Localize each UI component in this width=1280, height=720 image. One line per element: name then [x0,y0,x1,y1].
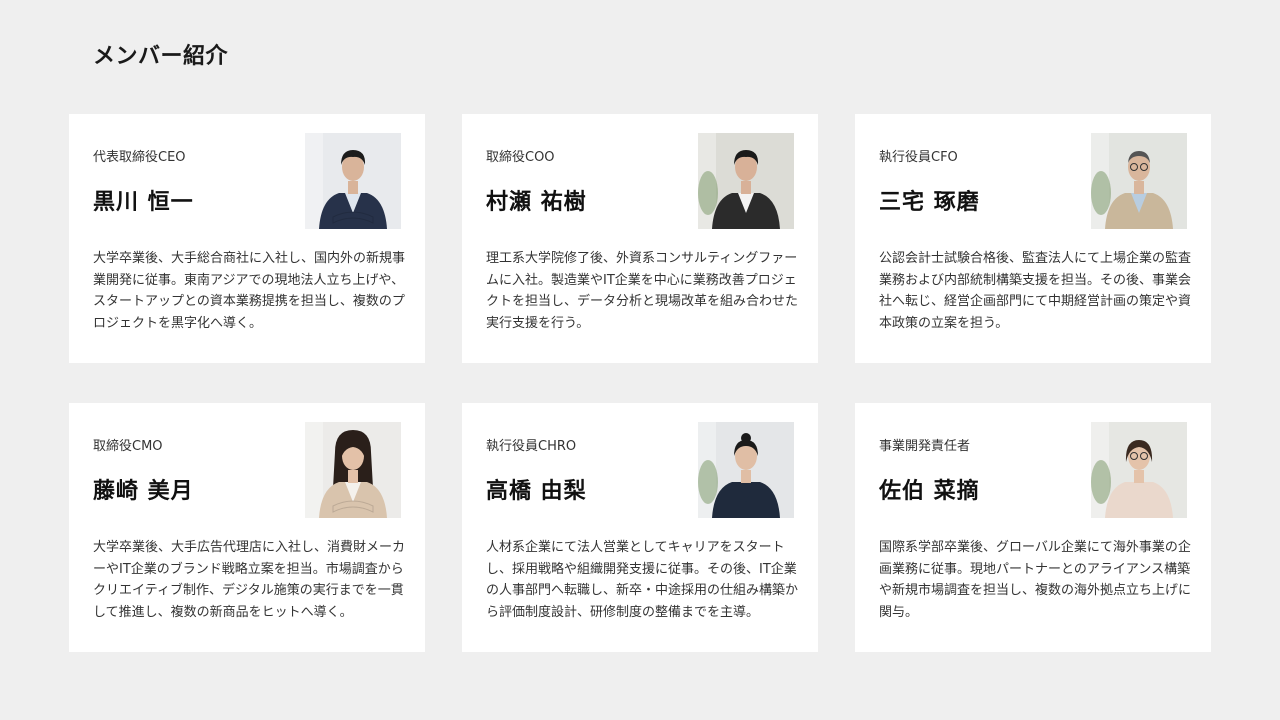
member-photo [305,422,401,518]
member-card: 取締役COO 村瀬 祐樹 理工系大学院修了後、外資系コンサルティングファームに入… [462,114,818,363]
member-role: 取締役COO [486,150,555,165]
member-bio: 理工系大学院修了後、外資系コンサルティングファームに入社。製造業やIT企業を中心… [486,251,799,331]
member-role: 取締役CMO [93,439,163,454]
member-photo [1091,422,1187,518]
member-name: 高橋 由梨 [486,479,587,504]
member-name: 三宅 琢磨 [879,190,980,215]
portrait-image [698,133,794,229]
member-photo [305,133,401,229]
member-role: 執行役員CHRO [486,439,577,454]
member-role: 事業開発責任者 [879,439,971,454]
portrait-image [305,133,401,229]
member-photo [698,133,794,229]
member-card: 代表取締役CEO 黒川 恒一 大学卒業後、大手総合商社に入社し、国内外の新規事業… [69,114,425,363]
member-card: 執行役員CHRO 高橋 由梨 人材系企業にて法人営業としてキャリアをスタートし、… [462,403,818,652]
member-grid: 代表取締役CEO 黒川 恒一 大学卒業後、大手総合商社に入社し、国内外の新規事業… [69,114,1211,652]
member-photo [1091,133,1187,229]
member-name: 村瀬 祐樹 [486,190,587,215]
member-role: 執行役員CFO [879,150,958,165]
member-bio: 人材系企業にて法人営業としてキャリアをスタートし、採用戦略や組織開発支援に従事。… [486,540,799,620]
page-title: メンバー紹介 [93,44,229,69]
member-name: 黒川 恒一 [93,190,194,215]
member-role: 代表取締役CEO [93,150,186,165]
member-name: 藤崎 美月 [93,479,194,504]
member-card: 執行役員CFO 三宅 琢磨 公認会計士試験合格後、監査法人にて上場企業の監査業務… [855,114,1211,363]
portrait-image [698,422,794,518]
member-name: 佐伯 菜摘 [879,479,980,504]
member-photo [698,422,794,518]
member-bio: 大学卒業後、大手総合商社に入社し、国内外の新規事業開発に従事。東南アジアでの現地… [93,251,406,331]
portrait-image [1091,133,1187,229]
portrait-image [1091,422,1187,518]
portrait-image [305,422,401,518]
member-bio: 大学卒業後、大手広告代理店に入社し、消費財メーカーやIT企業のブランド戦略立案を… [93,540,406,620]
page: メンバー紹介 代表取締役CEO 黒川 恒一 大学卒業後、大手総合商社に入社し、国… [0,0,1280,720]
member-bio: 国際系学部卒業後、グローバル企業にて海外事業の企画業務に従事。現地パートナーとの… [879,540,1192,620]
member-card: 事業開発責任者 佐伯 菜摘 国際系学部卒業後、グローバル企業にて海外事業の企画業… [855,403,1211,652]
member-card: 取締役CMO 藤崎 美月 大学卒業後、大手広告代理店に入社し、消費財メーカーやI… [69,403,425,652]
member-bio: 公認会計士試験合格後、監査法人にて上場企業の監査業務および内部統制構築支援を担当… [879,251,1192,331]
